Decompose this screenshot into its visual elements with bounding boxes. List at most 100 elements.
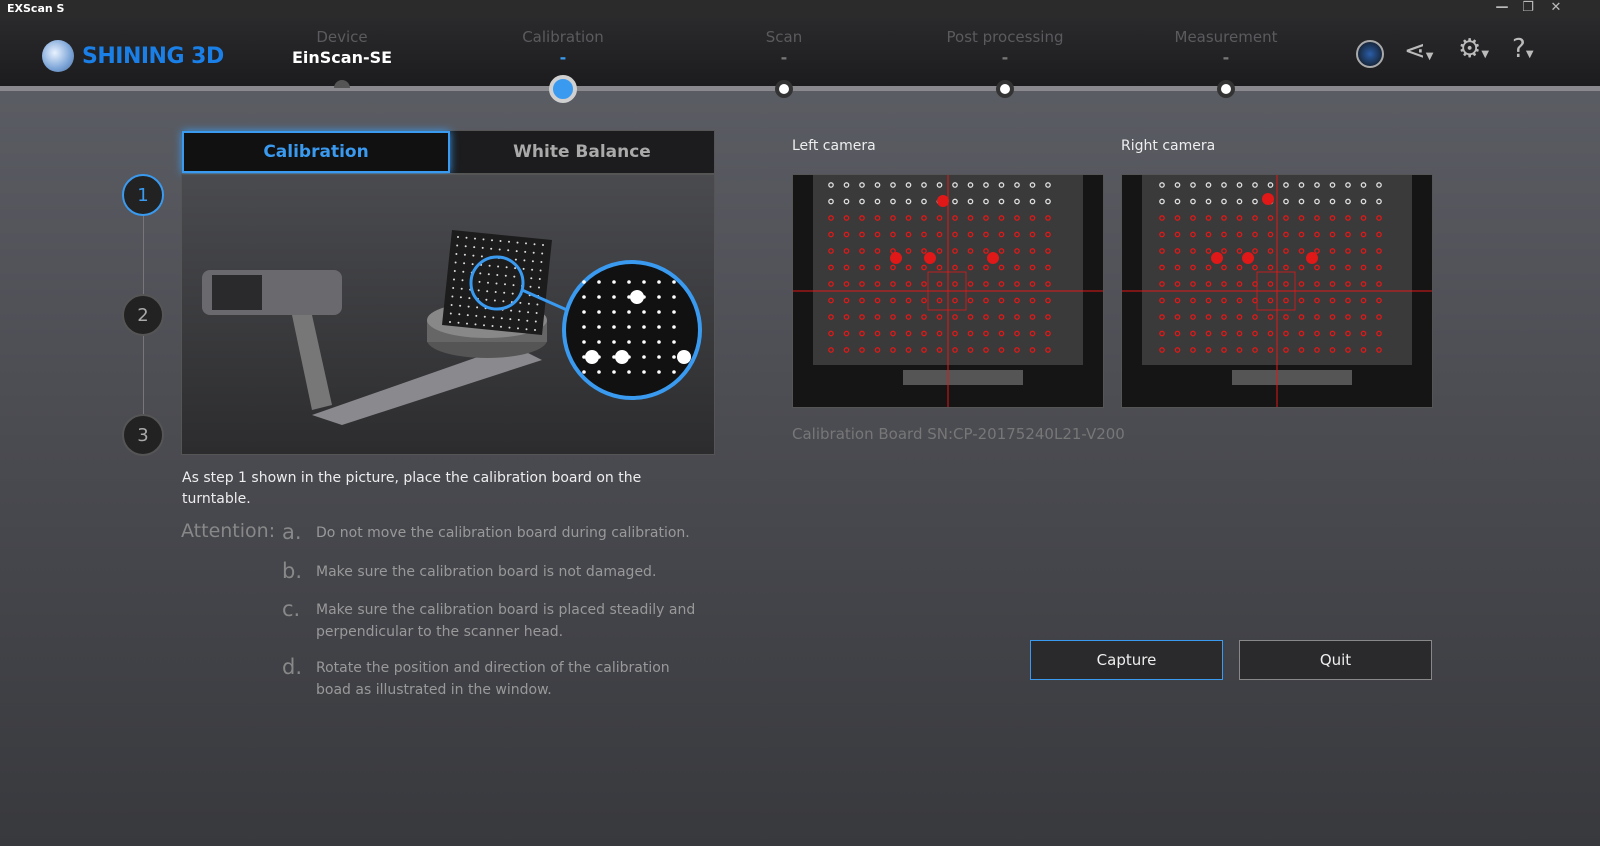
header: SHINING 3D DeviceEinScan-SE Calibration-… bbox=[0, 18, 1600, 86]
board-dot bbox=[536, 312, 538, 314]
zoom-big-dot bbox=[615, 350, 629, 364]
attention-item: c.Make sure the calibration board is pla… bbox=[282, 599, 722, 643]
board-dot bbox=[539, 278, 541, 280]
scanner-turntable-illustration bbox=[182, 175, 715, 455]
step-measurement[interactable]: Measurement- bbox=[1126, 28, 1326, 67]
board-dot bbox=[499, 249, 501, 251]
zoom-dot bbox=[657, 355, 661, 359]
board-dot bbox=[518, 319, 520, 321]
board-dot bbox=[496, 274, 498, 276]
board-dot bbox=[457, 236, 459, 238]
turntable-image bbox=[1232, 370, 1352, 385]
board-dot bbox=[481, 255, 483, 257]
zoom-dot bbox=[612, 370, 616, 374]
board-dot bbox=[534, 243, 536, 245]
close-button[interactable]: ✕ bbox=[1544, 0, 1568, 15]
board-dot bbox=[454, 270, 456, 272]
step-2-button[interactable]: 2 bbox=[122, 294, 164, 336]
step-scan[interactable]: Scan- bbox=[684, 28, 884, 67]
board-dot bbox=[479, 272, 481, 274]
zoom-dot bbox=[642, 280, 646, 284]
board-dot bbox=[540, 270, 542, 272]
board-dot bbox=[483, 324, 485, 326]
attention-label: Attention: bbox=[181, 520, 275, 542]
quit-button[interactable]: Quit bbox=[1239, 640, 1432, 680]
attention-item: d.Rotate the position and direction of t… bbox=[282, 657, 722, 701]
board-dot bbox=[459, 305, 461, 307]
share-icon[interactable]: ⋖▼ bbox=[1404, 36, 1434, 66]
zoom-dot bbox=[672, 370, 676, 374]
step-post-processing[interactable]: Post processing- bbox=[905, 28, 1105, 67]
board-dot bbox=[478, 289, 480, 291]
board-dot bbox=[526, 320, 528, 322]
board-dot bbox=[467, 314, 469, 316]
step-device[interactable]: DeviceEinScan-SE bbox=[242, 28, 442, 67]
board-dot bbox=[530, 286, 532, 288]
zoom-dot bbox=[582, 295, 586, 299]
zoom-big-dot bbox=[677, 350, 691, 364]
board-dot bbox=[542, 244, 544, 246]
board-dot bbox=[519, 310, 521, 312]
board-dot bbox=[530, 277, 532, 279]
board-dot bbox=[507, 249, 509, 251]
board-dot bbox=[515, 259, 517, 261]
zoom-dot bbox=[612, 325, 616, 329]
board-dot bbox=[455, 262, 457, 264]
item-letter: c. bbox=[282, 599, 316, 643]
progress-dot-post-processing bbox=[996, 80, 1014, 98]
board-dot bbox=[462, 279, 464, 281]
board-dot bbox=[528, 303, 530, 305]
marker-big-dot bbox=[987, 252, 999, 264]
zoom-dot bbox=[627, 280, 631, 284]
marker-big-dot bbox=[924, 252, 936, 264]
zoom-dot bbox=[627, 310, 631, 314]
board-dot bbox=[476, 306, 478, 308]
zoom-dot bbox=[612, 280, 616, 284]
board-dot bbox=[494, 300, 496, 302]
step-1-button[interactable]: 1 bbox=[122, 174, 164, 216]
capture-button[interactable]: Capture bbox=[1030, 640, 1223, 680]
board-dot bbox=[534, 329, 536, 331]
restore-button[interactable]: ❐ bbox=[1516, 0, 1540, 15]
board-dot bbox=[526, 328, 528, 330]
zoom-dot bbox=[597, 310, 601, 314]
tab-white-balance[interactable]: White Balance bbox=[450, 131, 714, 173]
settings-icon[interactable]: ⚙▼ bbox=[1458, 34, 1489, 64]
board-dot bbox=[513, 276, 515, 278]
left-camera-view bbox=[792, 174, 1104, 408]
board-dot bbox=[472, 255, 474, 257]
board-dot bbox=[487, 282, 489, 284]
help-icon[interactable]: ?▼ bbox=[1512, 34, 1534, 64]
board-dot bbox=[474, 238, 476, 240]
zoom-dot bbox=[597, 325, 601, 329]
item-letter: b. bbox=[282, 561, 316, 583]
board-dot bbox=[538, 287, 540, 289]
zoom-dot bbox=[582, 340, 586, 344]
step-label: Post processing bbox=[905, 28, 1105, 46]
step-value: EinScan-SE bbox=[242, 48, 442, 67]
board-dot bbox=[501, 317, 503, 319]
right-camera-view bbox=[1121, 174, 1433, 408]
board-dot bbox=[482, 247, 484, 249]
zoom-dot bbox=[657, 280, 661, 284]
item-text: Make sure the calibration board is not d… bbox=[316, 561, 656, 583]
board-dot bbox=[536, 304, 538, 306]
step-3-button[interactable]: 3 bbox=[122, 414, 164, 456]
zoom-dot bbox=[642, 370, 646, 374]
brand-logo: SHINING 3D bbox=[42, 40, 224, 72]
board-dot bbox=[488, 273, 490, 275]
title-bar: EXScan S — ❐ ✕ bbox=[0, 0, 1600, 18]
zoom-dot bbox=[582, 280, 586, 284]
minimize-button[interactable]: — bbox=[1490, 0, 1514, 15]
step-calibration[interactable]: Calibration- bbox=[463, 28, 663, 67]
board-dot bbox=[495, 291, 497, 293]
marker-big-dot bbox=[1262, 193, 1274, 205]
board-dot bbox=[462, 271, 464, 273]
board-dot bbox=[473, 246, 475, 248]
board-dot bbox=[490, 248, 492, 250]
board-dot bbox=[486, 290, 488, 292]
board-dot bbox=[479, 281, 481, 283]
exscan-logo-icon[interactable] bbox=[1356, 40, 1384, 68]
board-dot bbox=[523, 268, 525, 270]
tab-calibration[interactable]: Calibration bbox=[182, 131, 450, 173]
